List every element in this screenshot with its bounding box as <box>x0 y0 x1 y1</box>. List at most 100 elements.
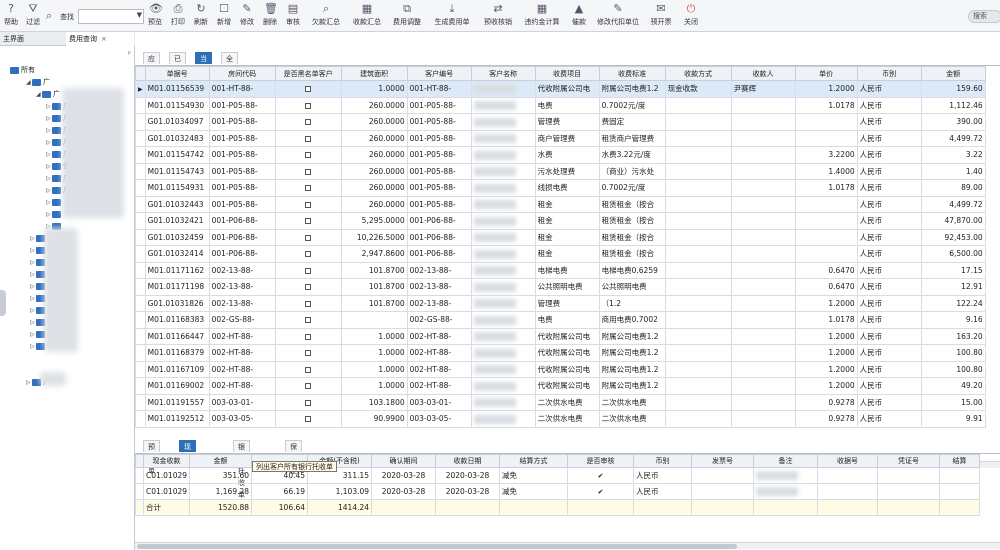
currency-cell[interactable]: 人民币 <box>856 146 922 164</box>
tree-node[interactable]: ◢ 广 <box>36 89 60 99</box>
amount-cell[interactable]: 159.60 <box>920 80 986 98</box>
row-indicator[interactable] <box>135 96 146 114</box>
customer-name-cell[interactable] <box>470 212 536 230</box>
room-code-cell[interactable]: 001-P05-88- <box>208 113 276 131</box>
payment-method-cell[interactable] <box>664 278 732 296</box>
payment-method-cell[interactable] <box>664 360 732 378</box>
tab-receivable[interactable]: 应收 <box>143 52 160 75</box>
row-indicator[interactable] <box>135 393 146 411</box>
unit-price-cell[interactable]: 1.4000 <box>794 162 858 180</box>
row-indicator[interactable] <box>135 377 146 395</box>
period-cell[interactable]: 2020-03-28 <box>371 483 437 500</box>
area-cell[interactable]: 1.0000 <box>340 327 408 345</box>
room-code-cell[interactable]: 002-13-88- <box>208 261 276 279</box>
tax-cell[interactable]: 66.19 <box>251 483 309 500</box>
column-header[interactable]: 发票号 <box>691 454 755 468</box>
room-code-cell[interactable]: 002-GS-88- <box>208 311 276 329</box>
currency-cell[interactable]: 人民币 <box>856 261 922 279</box>
room-code-cell[interactable]: 001-P06-88- <box>208 212 276 230</box>
tab-fee-query[interactable]: 费用查询 × <box>66 32 134 46</box>
payment-method-cell[interactable]: 现金收款 <box>664 80 732 98</box>
currency-cell[interactable]: 人民币 <box>856 410 922 428</box>
column-header[interactable]: 确认期间 <box>371 454 437 468</box>
blacklist-checkbox[interactable] <box>274 80 342 98</box>
area-cell[interactable]: 1.0000 <box>340 344 408 362</box>
doc-number-cell[interactable]: G01.01034097 <box>144 113 210 131</box>
doc-number-cell[interactable]: M01.01167109 <box>144 360 210 378</box>
payment-method-cell[interactable] <box>664 212 732 230</box>
doc-number-cell[interactable]: M01.01154742 <box>144 146 210 164</box>
customer-name-cell[interactable] <box>470 113 536 131</box>
row-indicator[interactable] <box>135 410 146 428</box>
payee-cell[interactable] <box>730 113 796 131</box>
amount-cell[interactable]: 49.20 <box>920 377 986 395</box>
table-row[interactable]: G01.01034097 001-P05-88- 260.0000 001-P05-8… <box>135 113 986 131</box>
dunning-button[interactable]: ▲ 催款 <box>568 2 590 30</box>
customer-name-cell[interactable] <box>470 344 536 362</box>
payee-cell[interactable] <box>730 245 796 263</box>
table-row[interactable]: ▶ M01.01156539 001-HT-88- 1.0000 001-HT-88- 代… <box>135 80 986 98</box>
blacklist-checkbox[interactable] <box>274 360 342 378</box>
tab-cash-receipt[interactable]: 现金收款单 <box>179 440 196 499</box>
fee-standard-cell[interactable]: 租赁租金（按合 <box>598 228 666 246</box>
payee-cell[interactable] <box>730 410 796 428</box>
customer-name-cell[interactable] <box>470 80 536 98</box>
currency-cell[interactable]: 人民币 <box>856 278 922 296</box>
tab-all[interactable]: 全部 <box>221 52 238 75</box>
column-header[interactable]: 是否审核 <box>567 454 635 468</box>
column-header[interactable]: 币别 <box>633 454 693 468</box>
amount-cell[interactable]: 47,870.00 <box>920 212 986 230</box>
room-code-cell[interactable]: 002-HT-88- <box>208 327 276 345</box>
row-indicator[interactable] <box>135 311 146 329</box>
blacklist-checkbox[interactable] <box>274 179 342 197</box>
add-button[interactable]: ☐ 新增 <box>215 2 233 30</box>
customer-name-cell[interactable] <box>470 129 536 147</box>
row-indicator[interactable] <box>135 146 146 164</box>
unit-price-cell[interactable] <box>794 113 858 131</box>
room-code-cell[interactable]: 001-P05-88- <box>208 162 276 180</box>
checkbox[interactable] <box>305 251 312 258</box>
fee-standard-cell[interactable]: 二次供水电费 <box>598 393 666 411</box>
doc-number-cell[interactable]: M01.01166447 <box>144 327 210 345</box>
row-indicator[interactable] <box>135 212 146 230</box>
global-search-input[interactable]: 搜索 <box>968 10 1000 23</box>
customer-code-cell[interactable]: 001-P05-88- <box>406 129 472 147</box>
fee-item-cell[interactable]: 租金 <box>534 212 600 230</box>
unit-price-cell[interactable]: 0.6470 <box>794 278 858 296</box>
help-button[interactable]: ? 帮助 <box>2 2 20 30</box>
find-input[interactable]: ▼ <box>78 9 144 24</box>
customer-code-cell[interactable]: 003-03-05- <box>406 410 472 428</box>
area-cell[interactable]: 103.1800 <box>340 393 408 411</box>
row-indicator[interactable] <box>135 360 146 378</box>
checkbox[interactable] <box>305 350 312 357</box>
doc-number-cell[interactable]: G01.01032443 <box>144 195 210 213</box>
filter-button[interactable]: ⛛ 过滤 <box>24 2 42 30</box>
fee-item-cell[interactable]: 商户管理费 <box>534 129 600 147</box>
unit-price-cell[interactable]: 1.0178 <box>794 311 858 329</box>
table-row[interactable]: M01.01154743 001-P05-88- 260.0000 001-P05-8… <box>135 162 986 180</box>
amount-cell[interactable]: 3.22 <box>920 146 986 164</box>
fee-standard-cell[interactable]: （1.2 <box>598 294 666 312</box>
column-header[interactable]: 客户编号 <box>406 66 472 81</box>
remark-cell[interactable] <box>753 467 819 484</box>
fee-standard-cell[interactable]: 商用电费0.7002 <box>598 311 666 329</box>
checkbox[interactable] <box>305 86 312 93</box>
customer-code-cell[interactable]: 001-P05-88- <box>406 195 472 213</box>
fee-standard-cell[interactable]: 费固定 <box>598 113 666 131</box>
area-cell[interactable] <box>340 311 408 329</box>
customer-code-cell[interactable]: 002-13-88- <box>406 294 472 312</box>
checkbox[interactable] <box>305 284 312 291</box>
fee-item-cell[interactable]: 线损电费 <box>534 179 600 197</box>
payee-cell[interactable] <box>730 146 796 164</box>
doc-number-cell[interactable]: M01.01168379 <box>144 344 210 362</box>
amount-cell[interactable]: 9.16 <box>920 311 986 329</box>
blacklist-checkbox[interactable] <box>274 294 342 312</box>
close-icon[interactable]: × <box>101 35 107 43</box>
fee-item-cell[interactable]: 电费 <box>534 96 600 114</box>
blacklist-checkbox[interactable] <box>274 162 342 180</box>
blacklist-checkbox[interactable] <box>274 96 342 114</box>
room-code-cell[interactable]: 002-13-88- <box>208 278 276 296</box>
tab-deposit[interactable]: 保证金 <box>285 440 302 475</box>
payment-method-cell[interactable] <box>664 294 732 312</box>
column-header[interactable]: 收款人 <box>730 66 796 81</box>
